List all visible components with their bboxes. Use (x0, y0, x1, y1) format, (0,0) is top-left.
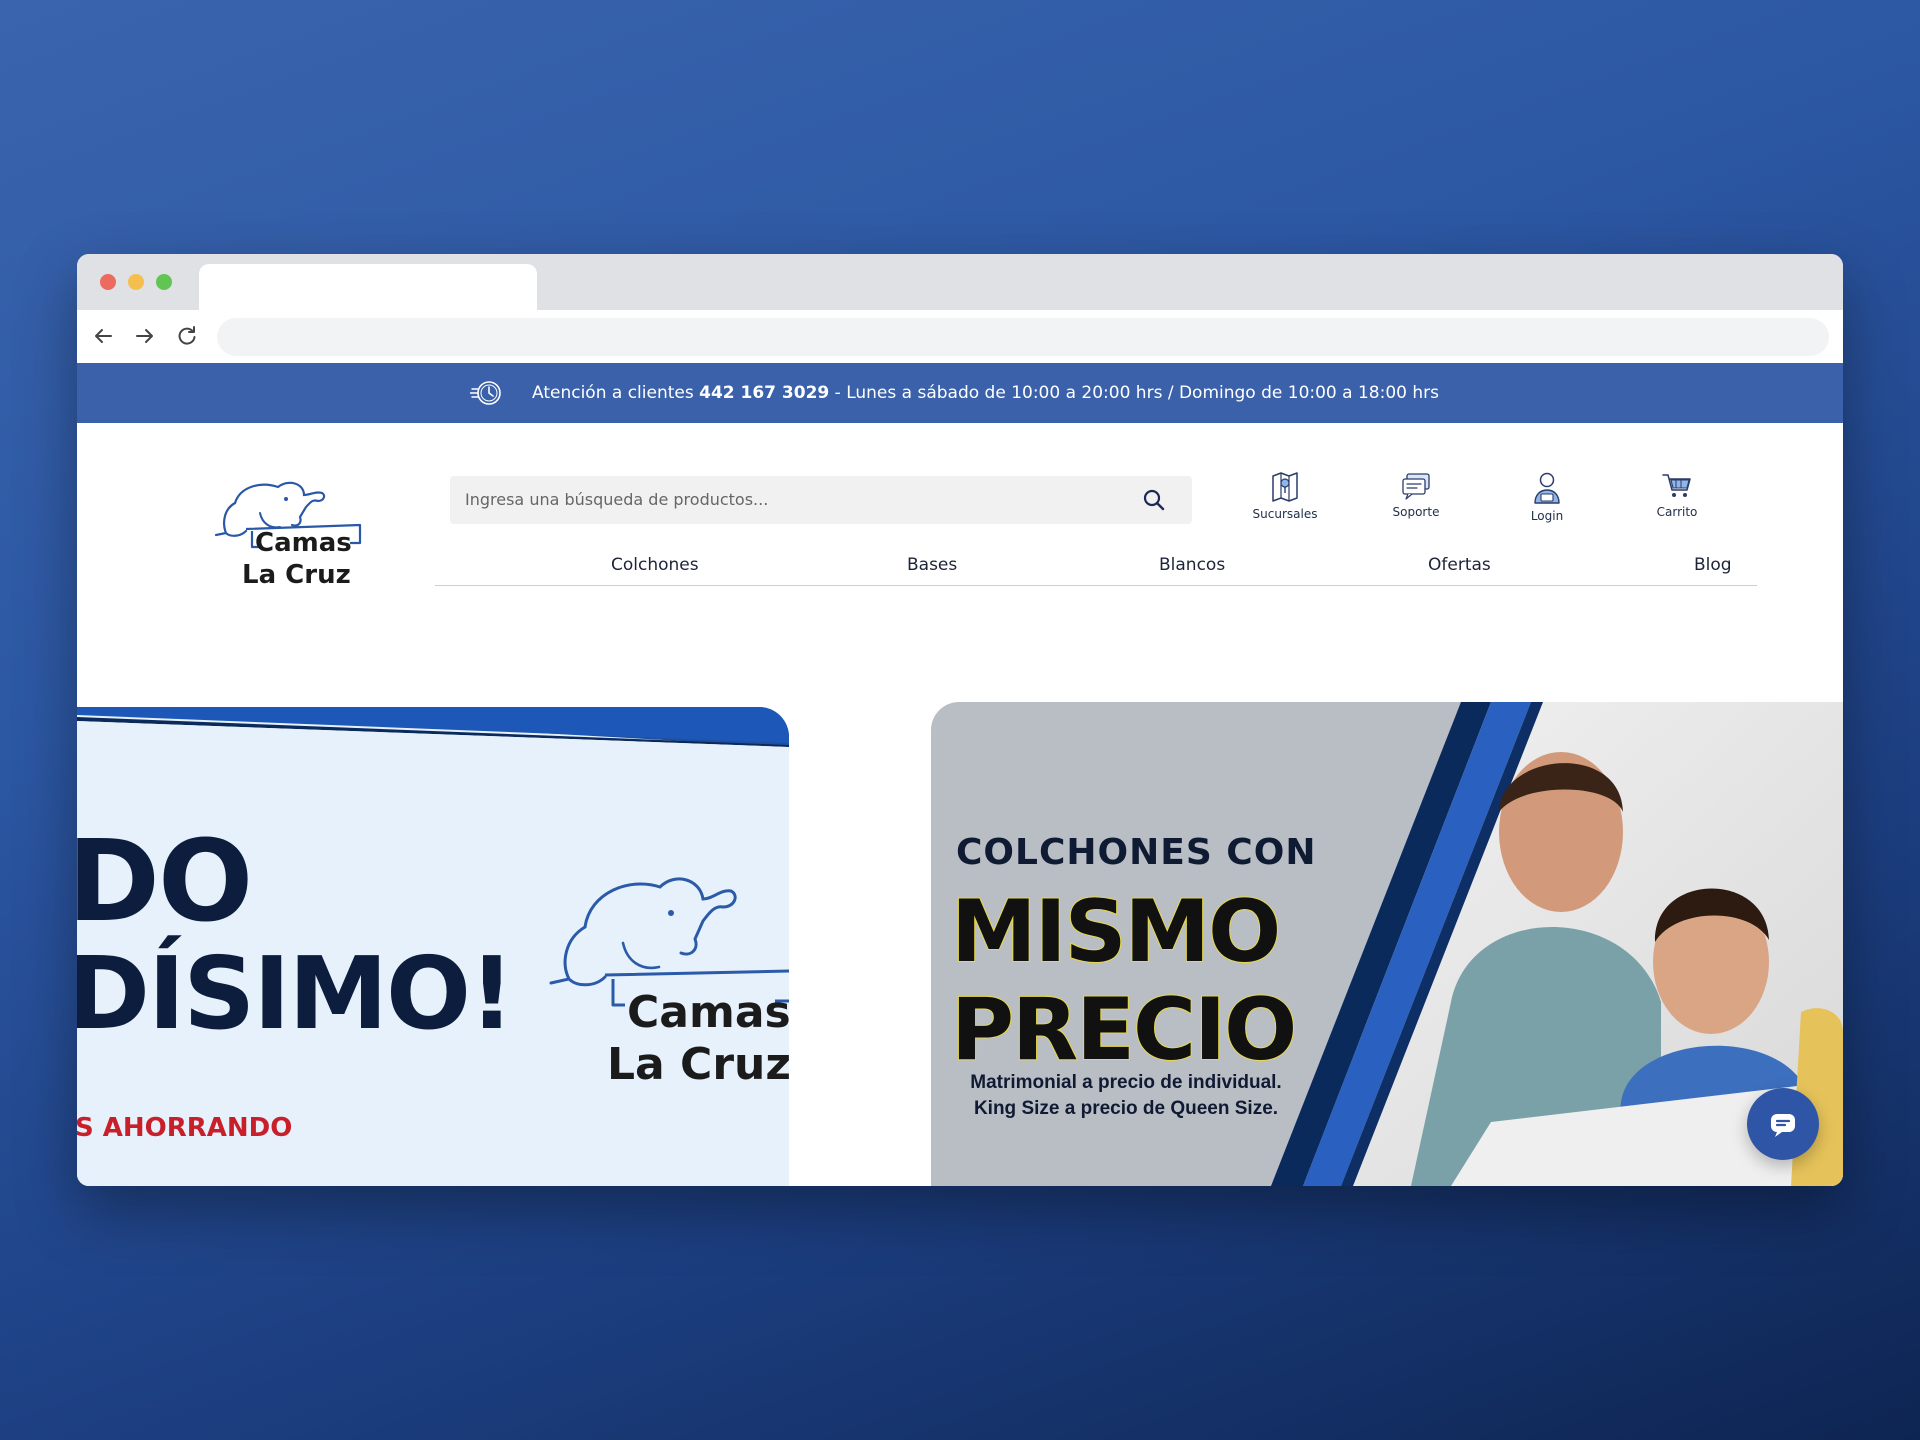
nav-item-colchones[interactable]: Colchones (611, 545, 699, 585)
browser-tab[interactable] (199, 264, 537, 310)
browser-window: Atención a clientes 442 167 3029 - Lunes… (77, 254, 1843, 1186)
sucursales-label: Sucursales (1252, 507, 1318, 521)
soporte-label: Soporte (1392, 505, 1440, 519)
camas-la-cruz-logo[interactable]: Camas La Cruz (200, 473, 370, 593)
reload-icon[interactable] (173, 322, 201, 350)
site-header: Camas La Cruz Ingresa una búsqueda de pr… (77, 423, 1843, 613)
promo-banner-left[interactable]: DO DÍSIMO! S AHORRANDO Camas La Cruz (77, 707, 789, 1186)
support-chat-icon (1402, 473, 1430, 500)
nav-item-ofertas[interactable]: Ofertas (1428, 545, 1491, 585)
banner-right-sub1: Matrimonial a precio de individual. (970, 1072, 1282, 1093)
sucursales-link[interactable]: Sucursales (1235, 471, 1335, 521)
banner-left-line3: S AHORRANDO (77, 1113, 293, 1143)
clock-icon (470, 381, 501, 405)
cart-icon (1662, 474, 1691, 497)
banner-left-line1: DO (77, 817, 253, 947)
chat-icon (1771, 1114, 1795, 1137)
soporte-link[interactable]: Soporte (1366, 471, 1466, 519)
banner-right-line3: PRECIO (950, 979, 1298, 1081)
camas-la-cruz-banner-logo: Camas La Cruz (549, 877, 789, 1090)
search-input[interactable]: Ingresa una búsqueda de productos... (465, 476, 768, 524)
banner-left-line2: DÍSIMO! (77, 935, 515, 1052)
search-bar[interactable]: Ingresa una búsqueda de productos... (450, 476, 1192, 524)
customer-service-text: Atención a clientes 442 167 3029 - Lunes… (532, 363, 1439, 423)
store-map-icon (1272, 472, 1298, 502)
promo-banner-right[interactable]: COLCHONES CON MISMO PRECIO Matrimonial a… (931, 702, 1843, 1186)
svg-text:La Cruz: La Cruz (242, 560, 351, 590)
banner-stripe (77, 707, 789, 747)
user-icon (1534, 472, 1560, 504)
carrito-label: Carrito (1656, 505, 1698, 519)
svg-text:La Cruz: La Cruz (607, 1039, 789, 1090)
minimize-window-button[interactable] (128, 274, 144, 290)
browser-toolbar (77, 310, 1843, 363)
banner-right-line2: MISMO (950, 881, 1282, 983)
hero-carousel: DO DÍSIMO! S AHORRANDO Camas La Cruz COL… (77, 613, 1843, 1186)
service-phone[interactable]: 442 167 3029 (699, 383, 829, 403)
maximize-window-button[interactable] (156, 274, 172, 290)
login-link[interactable]: Login (1497, 471, 1597, 523)
banner-right-sub2: King Size a precio de Queen Size. (973, 1098, 1279, 1119)
svg-text:Camas: Camas (627, 987, 789, 1038)
svg-text:Camas: Camas (255, 528, 352, 558)
main-navigation: Colchones Bases Blancos Ofertas Blog (435, 545, 1757, 586)
close-window-button[interactable] (100, 274, 116, 290)
service-hours: - Lunes a sábado de 10:00 a 20:00 hrs / … (834, 383, 1439, 403)
banner-right-line1: COLCHONES CON (956, 832, 1317, 873)
nav-item-blog[interactable]: Blog (1694, 545, 1732, 585)
customer-service-bar: Atención a clientes 442 167 3029 - Lunes… (77, 363, 1843, 423)
browser-tab-bar (77, 254, 1843, 310)
search-icon[interactable] (1142, 488, 1166, 512)
login-label: Login (1530, 509, 1564, 523)
back-arrow-icon[interactable] (89, 322, 117, 350)
service-label: Atención a clientes (532, 383, 694, 403)
chat-button[interactable] (1747, 1088, 1819, 1160)
nav-item-blancos[interactable]: Blancos (1159, 545, 1225, 585)
address-bar[interactable] (217, 318, 1829, 356)
nav-item-bases[interactable]: Bases (907, 545, 957, 585)
carrito-link[interactable]: Carrito (1627, 471, 1727, 519)
forward-arrow-icon[interactable] (131, 322, 159, 350)
